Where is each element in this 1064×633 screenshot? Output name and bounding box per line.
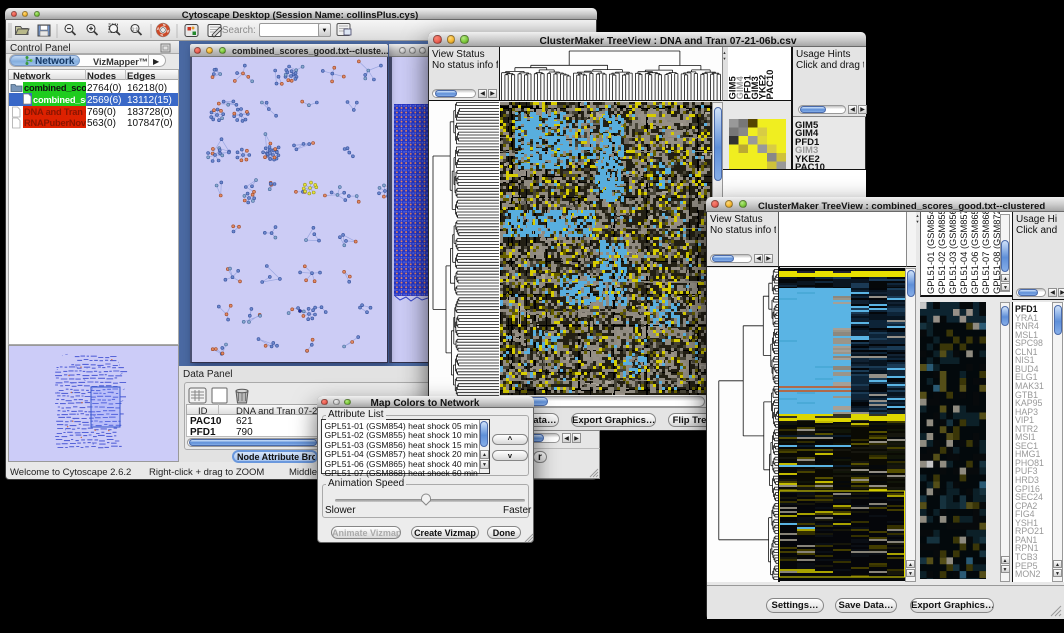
svg-text:GPL51-03 (GSM856): GPL51-03 (GSM856) [948, 212, 958, 294]
svg-text:GPL51-06 (GSM865): GPL51-06 (GSM865) [970, 212, 980, 294]
svg-text:GPL51-02 (GSM855): GPL51-02 (GSM855) [937, 212, 947, 294]
svg-text:GPL51-01 (GSM854): GPL51-01 (GSM854) [926, 212, 936, 294]
svg-text:GPL51-07 (GSM868): GPL51-07 (GSM868) [981, 212, 991, 294]
svg-text:PAC10: PAC10 [765, 70, 776, 100]
svg-text:GPL51-04 (GSM857): GPL51-04 (GSM857) [959, 212, 969, 294]
svg-text:1:1: 1:1 [132, 26, 139, 31]
